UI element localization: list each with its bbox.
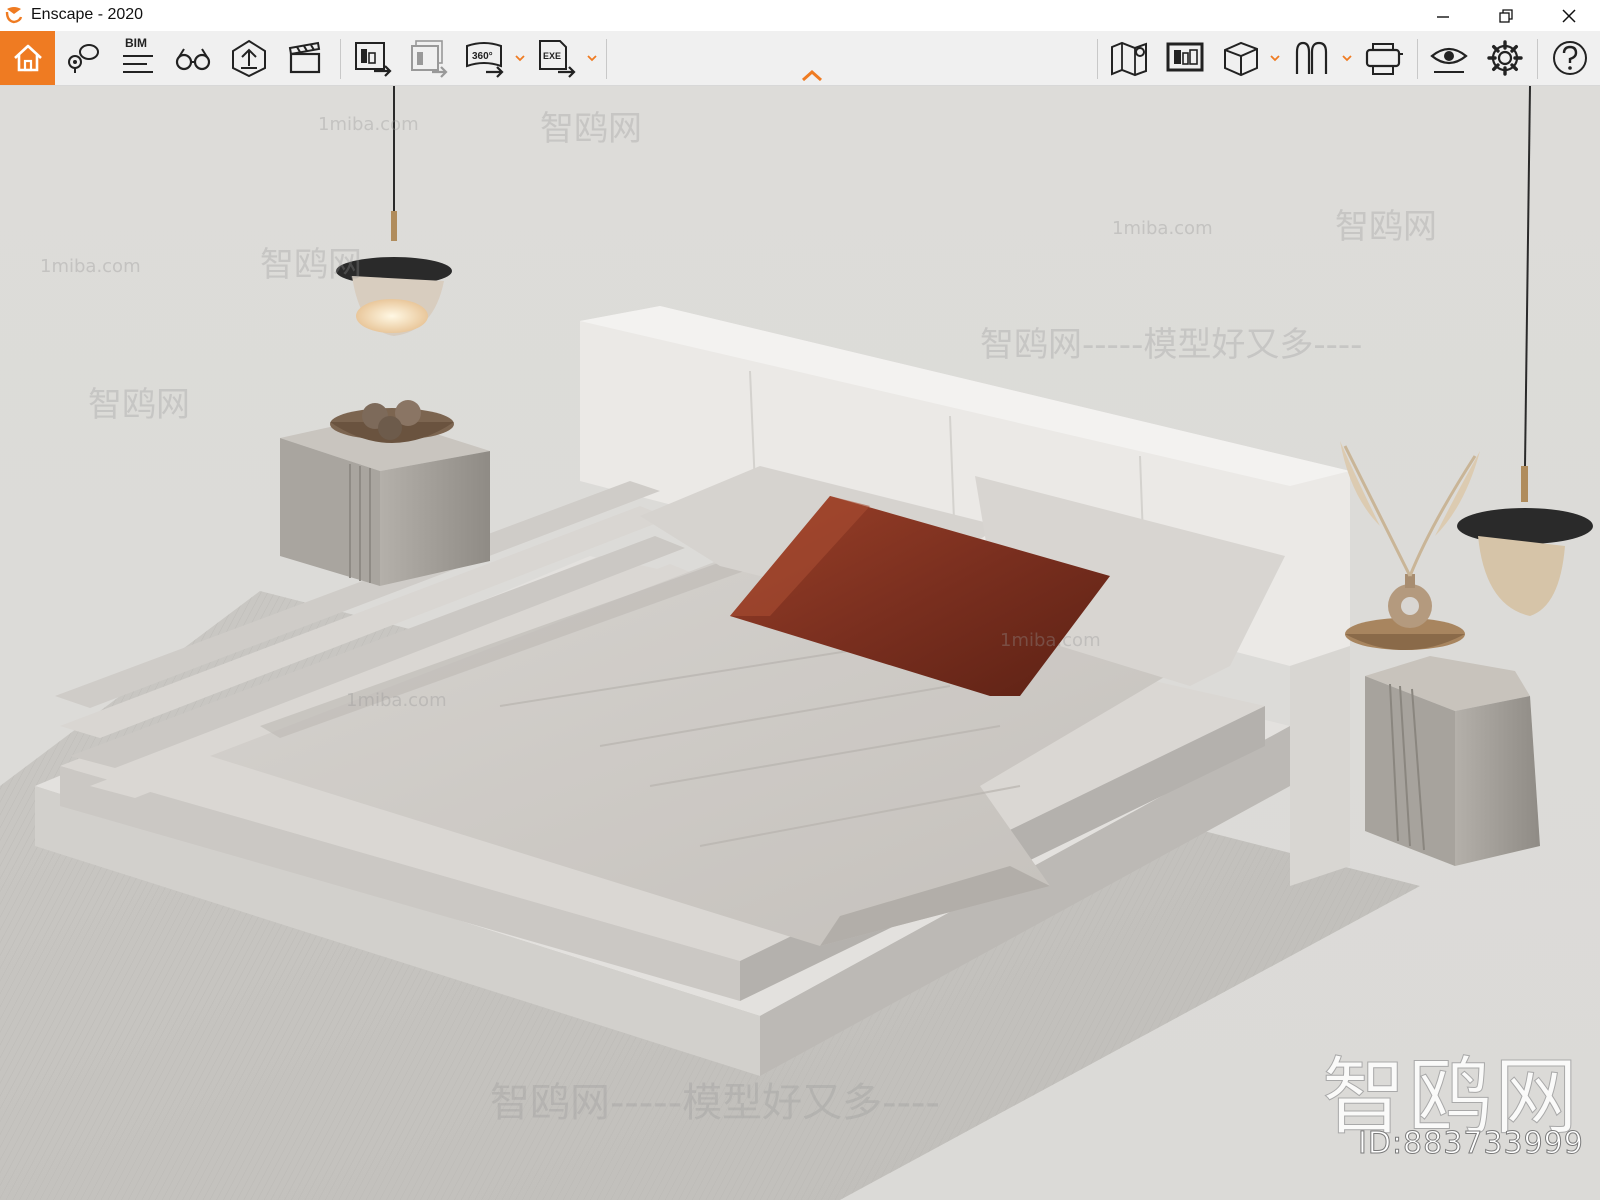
enscape-logo-icon: [5, 7, 23, 24]
walk-mode-button[interactable]: [1287, 33, 1337, 83]
chevron-down-icon: [587, 55, 597, 62]
exe-label: EXE: [543, 51, 561, 61]
watermark-site: 1miba.com: [318, 114, 419, 135]
window-title: Enscape - 2020: [31, 6, 144, 23]
object-view-dropdown[interactable]: [1268, 51, 1282, 65]
panorama-icon: 360°: [466, 42, 504, 78]
visual-settings-icon: [1430, 47, 1468, 73]
upload-button[interactable]: [224, 33, 274, 83]
toolbar-separator: [1417, 39, 1418, 79]
watermark-id: ID:883733999: [1358, 1126, 1584, 1162]
batch-render-icon: [411, 40, 448, 78]
close-icon: [1562, 8, 1576, 23]
minimize-icon: [1437, 15, 1449, 18]
walk-mode-icon: [1295, 41, 1328, 74]
toolbar-separator: [340, 39, 341, 79]
collapse-toolbar-icon[interactable]: [800, 68, 824, 84]
help-button[interactable]: [1545, 33, 1595, 83]
chevron-down-icon: [1270, 55, 1280, 62]
binoculars-icon: [175, 48, 211, 71]
views-icon: [68, 44, 99, 73]
chevron-down-icon: [515, 55, 525, 62]
watermark-site: 1miba.com: [40, 256, 141, 277]
watermark-brand: 智鸥网: [1335, 207, 1437, 247]
settings-gear-icon: [1487, 40, 1523, 76]
walk-mode-dropdown[interactable]: [1340, 51, 1354, 65]
exe-export-button[interactable]: EXE: [532, 33, 582, 83]
bim-button[interactable]: BIM: [112, 33, 162, 83]
restore-icon: [1499, 8, 1513, 23]
export-screenshot-button[interactable]: [348, 33, 398, 83]
watermark-slogan: 智鸥网-----模型好又多----: [490, 1080, 940, 1126]
upload-icon: [232, 39, 266, 78]
map-button[interactable]: [1104, 33, 1154, 83]
watermark-brand: 智鸥网: [260, 245, 362, 285]
map-icon: [1111, 41, 1147, 77]
visual-settings-button[interactable]: [1424, 33, 1474, 83]
watermark-site: 1miba.com: [1112, 218, 1213, 239]
export-screenshot-icon: [355, 42, 392, 77]
video-clapper-icon: [288, 41, 321, 74]
watermark-brand: 智鸥网: [540, 109, 642, 149]
chevron-down-icon: [1342, 55, 1352, 62]
bim-icon: BIM: [123, 36, 153, 73]
minimize-button[interactable]: [1420, 0, 1466, 31]
exe-export-dropdown[interactable]: [585, 51, 599, 65]
asset-library-icon: [1166, 42, 1204, 72]
binoculars-button[interactable]: [168, 33, 218, 83]
exe-export-icon: EXE: [539, 40, 576, 78]
panorama-label: 360°: [472, 51, 493, 62]
watermark-site: 1miba.com: [346, 690, 447, 711]
toolbar-separator: [1097, 39, 1098, 79]
object-view-button[interactable]: [1216, 33, 1266, 83]
restore-button[interactable]: [1483, 0, 1529, 31]
home-button[interactable]: [0, 31, 55, 85]
batch-render-button[interactable]: [404, 33, 454, 83]
watermark-site: 1miba.com: [1000, 630, 1101, 651]
asset-library-button[interactable]: [1160, 33, 1210, 83]
main-toolbar: BIM 360° EXE: [0, 31, 1600, 86]
cube-icon: [1224, 41, 1258, 77]
video-editor-button[interactable]: [280, 33, 330, 83]
vr-headset-button[interactable]: [1359, 33, 1409, 83]
watermark-brand: 智鸥网: [88, 385, 190, 425]
views-button[interactable]: [58, 33, 108, 83]
home-icon: [13, 44, 42, 72]
watermark-slogan: 智鸥网-----模型好又多----: [980, 325, 1362, 365]
settings-button[interactable]: [1480, 33, 1530, 83]
toolbar-separator: [606, 39, 607, 79]
close-button[interactable]: [1546, 0, 1592, 31]
panorama-dropdown[interactable]: [513, 51, 527, 65]
bim-label: BIM: [125, 36, 147, 50]
toolbar-separator: [1537, 39, 1538, 79]
panorama-button[interactable]: 360°: [460, 33, 510, 83]
vr-headset-icon: [1365, 43, 1403, 75]
help-icon: [1553, 41, 1587, 75]
title-bar: Enscape - 2020: [0, 0, 1600, 32]
